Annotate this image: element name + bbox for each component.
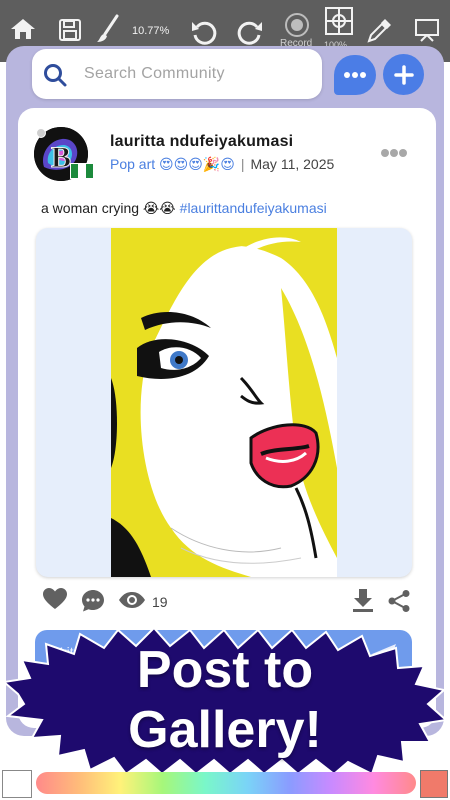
primary-color-swatch[interactable] <box>420 770 448 798</box>
home-icon[interactable] <box>10 18 36 40</box>
search-bar <box>32 49 322 99</box>
flag-icon <box>70 163 94 179</box>
search-input[interactable] <box>84 61 309 87</box>
redo-icon[interactable] <box>236 18 264 46</box>
post-to-gallery-banner[interactable]: Post to Gallery! <box>60 640 390 760</box>
post-category[interactable]: Pop art 😍😍😍🎉😍 <box>110 156 235 172</box>
download-icon[interactable] <box>352 588 374 617</box>
save-icon[interactable] <box>58 18 82 42</box>
meta-separator: | <box>240 156 245 172</box>
comment-icon[interactable] <box>81 589 105 618</box>
record-icon[interactable] <box>284 12 310 38</box>
plus-icon <box>383 54 424 95</box>
grid-icon[interactable] <box>324 6 354 36</box>
color-hue-slider[interactable] <box>36 772 416 794</box>
eye-icon <box>118 591 146 614</box>
post-hashtag[interactable]: #laurittandufeiyakumasi <box>180 200 327 216</box>
post-date: May 11, 2025 <box>250 156 335 172</box>
view-count: 19 <box>152 594 168 610</box>
heart-icon[interactable] <box>43 588 67 615</box>
post-username[interactable]: lauritta ndufeiyakumasi <box>110 133 293 151</box>
post-meta: Pop art 😍😍😍🎉😍 | May 11, 2025 <box>110 156 334 173</box>
secondary-color-swatch[interactable] <box>2 770 32 798</box>
share-icon[interactable] <box>387 589 411 618</box>
banner-line-1: Post to <box>136 641 314 699</box>
more-icon <box>334 55 376 95</box>
eyedropper-icon[interactable] <box>366 18 392 44</box>
post-image[interactable] <box>36 228 412 577</box>
svg-text:B: B <box>51 141 71 174</box>
caption-text: a woman crying 😭😭 <box>41 200 176 216</box>
undo-icon[interactable] <box>190 18 218 46</box>
brush-icon[interactable] <box>96 14 120 44</box>
post-options-icon[interactable] <box>380 145 408 163</box>
add-post-button[interactable] <box>383 54 424 95</box>
banner-line-2: Gallery! <box>128 701 322 759</box>
presentation-icon[interactable] <box>414 18 440 42</box>
pop-art-artwork <box>111 228 337 577</box>
post-actions: 19 <box>0 588 450 616</box>
search-icon[interactable] <box>42 62 68 93</box>
zoom-level: 10.77% <box>132 25 170 37</box>
post-caption: a woman crying 😭😭 #laurittandufeiyakumasi <box>41 200 327 217</box>
status-dot <box>36 128 46 138</box>
community-menu-button[interactable] <box>334 55 376 95</box>
